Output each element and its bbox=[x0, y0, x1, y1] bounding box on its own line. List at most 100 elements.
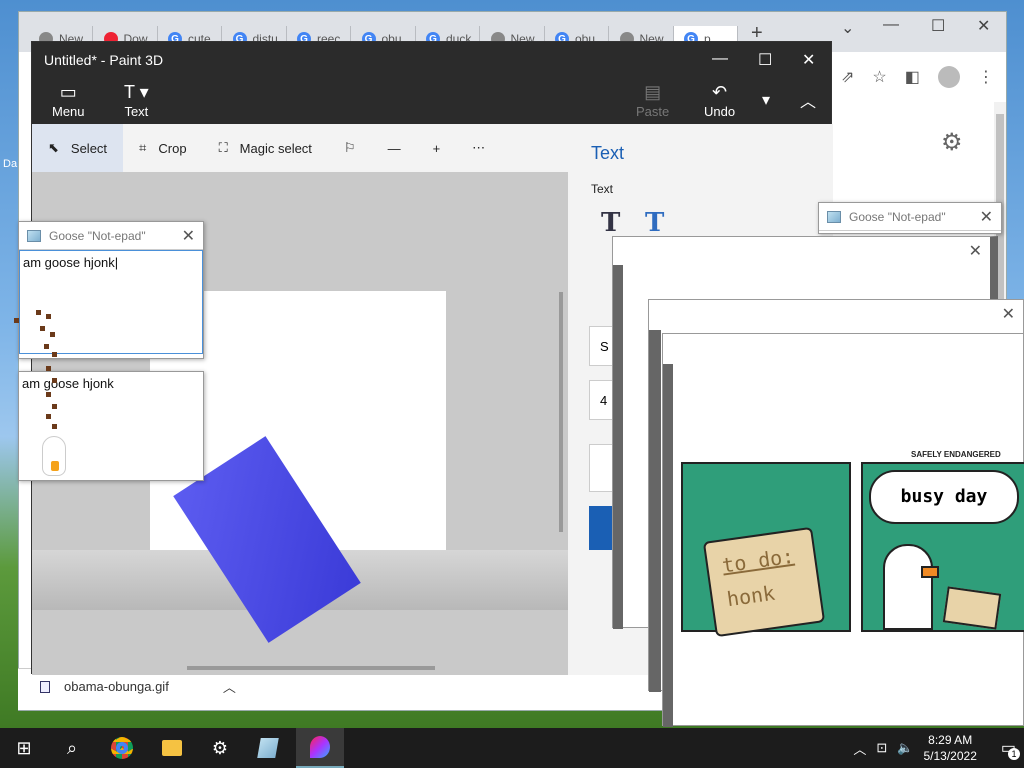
profile-icon[interactable] bbox=[937, 66, 960, 88]
comic-panel-2: SAFELY ENDANGERED busy day bbox=[861, 450, 1024, 632]
flag-tool[interactable]: ⚐ bbox=[328, 124, 372, 172]
desktop-goose bbox=[42, 436, 66, 476]
3d-text-icon[interactable]: T bbox=[645, 208, 664, 238]
plus-icon: + bbox=[432, 140, 441, 156]
notification-icon[interactable]: ▭ 1 bbox=[1001, 738, 1020, 760]
paint3d-taskbar-button[interactable] bbox=[296, 728, 344, 768]
brand-label: SAFELY ENDANGERED bbox=[911, 450, 1001, 459]
minimize-icon[interactable]: — bbox=[712, 50, 728, 68]
network-icon[interactable]: ⊡ bbox=[876, 740, 887, 756]
collapse-ribbon-icon[interactable]: ︿ bbox=[800, 88, 816, 112]
chevron-up-icon[interactable]: ︿ bbox=[223, 677, 236, 696]
settings-icon[interactable]: ⚙ bbox=[208, 736, 232, 760]
goose-beak bbox=[921, 566, 939, 578]
close-icon[interactable]: ✕ bbox=[977, 16, 990, 36]
comic-panel-1: to do: honk bbox=[681, 462, 851, 638]
select-label: Select bbox=[70, 140, 108, 156]
system-tray: ︿ ⊡ 🔈 8:29 AM 5/13/2022 ▭ 1 bbox=[853, 728, 1024, 768]
maximize-icon[interactable]: ☐ bbox=[931, 16, 945, 36]
minimize-icon[interactable]: — bbox=[883, 16, 899, 34]
crop-label: Crop bbox=[158, 140, 187, 156]
window-title: Untitled* - Paint 3D bbox=[44, 52, 164, 68]
share-icon[interactable]: ⇗ bbox=[841, 67, 854, 87]
flag-icon: ⚐ bbox=[343, 140, 356, 155]
goose-notepad-1: Goose "Not-epad" ✕ am goose hjonk| bbox=[18, 221, 204, 359]
panel-label: Text bbox=[591, 182, 614, 196]
text-icon: T ▾ bbox=[124, 82, 149, 102]
more-tools[interactable]: ⋯ bbox=[456, 124, 501, 172]
notepad-text-area[interactable]: am goose hjonk| bbox=[19, 250, 203, 354]
meme-popup-front: to do: honk SAFELY ENDANGERED busy day bbox=[662, 333, 1024, 727]
minus-icon: — bbox=[387, 140, 401, 156]
text-label: Text bbox=[124, 104, 149, 119]
download-filename: obama-obunga.gif bbox=[64, 679, 169, 694]
magic-select-tool[interactable]: ⛶ Magic select bbox=[203, 124, 328, 172]
zoom-out-tool[interactable]: — bbox=[372, 124, 417, 172]
paint3d-icon bbox=[310, 736, 330, 758]
size-field-value: 4 bbox=[600, 393, 608, 408]
select-tool[interactable]: ⬉ Select bbox=[32, 124, 124, 172]
crop-tool[interactable]: ⌗ Crop bbox=[123, 124, 203, 172]
magic-select-icon: ⛶ bbox=[218, 140, 228, 155]
bubble-text: busy day bbox=[900, 486, 988, 507]
chevron-up-icon[interactable]: ︿ bbox=[853, 739, 866, 758]
notification-badge: 1 bbox=[1008, 748, 1020, 760]
file-icon bbox=[40, 680, 50, 693]
horizontal-scrollbar[interactable] bbox=[187, 666, 435, 670]
notepad-titlebar: Goose "Not-epad" ✕ bbox=[19, 222, 203, 250]
close-icon[interactable]: ✕ bbox=[182, 226, 195, 246]
clipboard-icon: ▤ bbox=[644, 82, 662, 102]
start-icon[interactable]: ⊞ bbox=[12, 736, 36, 760]
speech-bubble: busy day bbox=[869, 470, 1019, 524]
notepad-text: am goose hjonk bbox=[22, 376, 114, 391]
note-line-1: to do: bbox=[720, 543, 796, 578]
menu-label: Menu bbox=[52, 104, 85, 119]
notepad-app-icon[interactable] bbox=[256, 736, 280, 760]
folder-icon: ▭ bbox=[59, 82, 77, 102]
paint3d-titlebar: Untitled* - Paint 3D — ☐ ✕ ▭ Menu T ▾ Te… bbox=[32, 42, 831, 124]
notepad-icon bbox=[827, 210, 841, 223]
more-menu-icon[interactable]: ⋮ bbox=[978, 67, 994, 87]
taskbar: ⊞ ⌕ ⚙ ︿ ⊡ 🔈 8:29 AM 5/13/2022 ▭ 1 bbox=[0, 728, 1024, 768]
bookmark-star-icon[interactable]: ☆ bbox=[872, 67, 886, 87]
vertical-scrollbar[interactable] bbox=[559, 292, 563, 532]
file-explorer-icon[interactable] bbox=[160, 736, 184, 760]
tab-search-icon[interactable]: ⌄ bbox=[841, 18, 854, 38]
paste-button[interactable]: ▤ Paste bbox=[636, 82, 669, 119]
chrome-toolbar: ⇗ ☆ ◧ ⋮ bbox=[831, 57, 1007, 97]
close-icon[interactable]: ✕ bbox=[1002, 304, 1015, 324]
desktop-icon-label[interactable]: Da bbox=[3, 158, 17, 170]
gear-icon[interactable]: ⚙ bbox=[941, 128, 963, 157]
magic-select-label: Magic select bbox=[239, 140, 312, 156]
close-icon[interactable]: ✕ bbox=[980, 207, 993, 227]
undo-icon: ↶ bbox=[711, 82, 728, 102]
notepad-title: Goose "Not-epad" bbox=[849, 209, 946, 224]
close-icon[interactable]: ✕ bbox=[969, 241, 982, 261]
notepad-title: Goose "Not-epad" bbox=[49, 228, 146, 243]
maximize-icon[interactable]: ☐ bbox=[758, 50, 772, 70]
undo-button[interactable]: ↶ Undo bbox=[704, 82, 735, 119]
pointer-icon: ⬉ bbox=[48, 140, 59, 155]
2d-text-icon[interactable]: T bbox=[601, 208, 620, 238]
panel-heading: Text bbox=[591, 143, 625, 163]
close-icon[interactable]: ✕ bbox=[802, 50, 815, 70]
download-item[interactable]: obama-obunga.gif ︿ bbox=[40, 677, 236, 696]
zoom-in-tool[interactable]: + bbox=[417, 124, 457, 172]
note-line-2: honk bbox=[725, 580, 777, 612]
crop-icon: ⌗ bbox=[139, 140, 147, 155]
ellipsis-icon: ⋯ bbox=[472, 140, 486, 155]
side-panel-icon[interactable]: ◧ bbox=[905, 67, 920, 87]
volume-icon[interactable]: 🔈 bbox=[897, 740, 913, 756]
paste-label: Paste bbox=[636, 104, 670, 119]
chrome-icon[interactable] bbox=[110, 736, 134, 760]
clock[interactable]: 8:29 AM 5/13/2022 bbox=[923, 732, 976, 764]
tool-strip: ⬉ Select ⌗ Crop ⛶ Magic select ⚐ — + ⋯ bbox=[32, 124, 568, 172]
menu-button[interactable]: ▭ Menu bbox=[52, 82, 85, 119]
goose-figure bbox=[883, 544, 933, 630]
text-tool-button[interactable]: T ▾ Text bbox=[124, 82, 149, 119]
search-icon[interactable]: ⌕ bbox=[60, 736, 84, 760]
chevron-down-icon[interactable]: ▾ bbox=[762, 90, 770, 110]
notepad-titlebar: Goose "Not-epad" ✕ bbox=[819, 203, 1001, 231]
clock-date: 5/13/2022 bbox=[923, 749, 977, 763]
goose-notepad-3: Goose "Not-epad" ✕ bbox=[818, 202, 1002, 234]
